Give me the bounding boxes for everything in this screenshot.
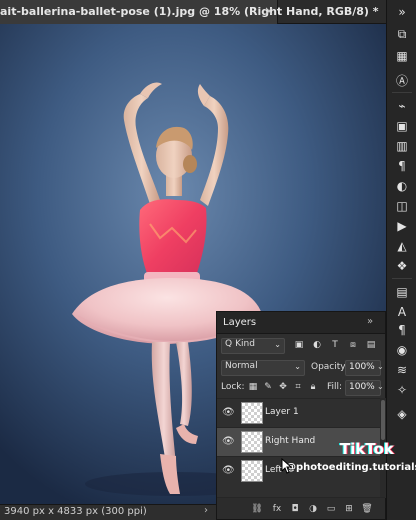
lock-label: Lock: xyxy=(221,382,245,392)
new-layer-icon[interactable]: ⊞ xyxy=(343,503,355,515)
layer-row[interactable]: 👁︎ Layer 1 xyxy=(217,398,380,427)
navigator-icon[interactable]: ◉ xyxy=(394,342,410,358)
search-icon: Q xyxy=(225,339,233,349)
paragraph-icon[interactable]: ¶ xyxy=(394,158,410,174)
eye-icon[interactable]: 👁︎ xyxy=(222,437,235,447)
image-filter-icon[interactable]: ▣ xyxy=(293,339,305,351)
layers-panel-title[interactable]: Layers xyxy=(223,317,256,328)
opacity-label: Opacity: xyxy=(311,362,348,372)
histogram-icon[interactable]: ▥ xyxy=(394,138,410,154)
blend-mode-value: Normal xyxy=(225,361,258,371)
close-icon[interactable]: × xyxy=(264,4,274,18)
status-menu-arrow[interactable]: › xyxy=(204,505,208,516)
color-icon[interactable]: ◐ xyxy=(394,178,410,194)
layers-panel-footer: ⛓ fx ◘ ◑ ▭ ⊞ 🗑︎ xyxy=(217,497,385,519)
document-info: 3940 px x 4833 px (300 ppi) xyxy=(4,506,147,517)
lock-artboard-icon[interactable]: ⌗ xyxy=(292,381,304,393)
type-filter-icon[interactable]: T xyxy=(329,339,341,351)
lock-all-icon[interactable]: 🔒︎ xyxy=(307,381,319,393)
lock-row: Lock: ▦ ✎ ✥ ⌗ 🔒︎ Fill: 100% ⌄ xyxy=(217,378,385,398)
play-icon[interactable]: ▶ xyxy=(394,218,410,234)
layers-panel-header: Layers » xyxy=(217,312,385,334)
shape-filter-icon[interactable]: ⧈ xyxy=(347,339,359,351)
smart-object-filter-icon[interactable]: ▤ xyxy=(365,339,377,351)
libraries-icon[interactable]: ▤ xyxy=(394,284,410,300)
styles-icon[interactable]: ✧ xyxy=(394,382,410,398)
layer-name[interactable]: Layer 1 xyxy=(265,407,299,417)
swatches-icon[interactable]: ◫ xyxy=(394,198,410,214)
blend-row: Normal ⌄ Opacity: 100% ⌄ xyxy=(217,358,385,378)
history-icon[interactable]: ⧉ xyxy=(394,26,410,42)
tiktok-watermark: TikTok @photoediting.tutorials xyxy=(286,440,416,480)
document-tab-bar: ait-ballerina-ballet-pose (1).jpg @ 18% … xyxy=(0,0,386,24)
layers-icon[interactable]: ◈ xyxy=(394,406,410,422)
shapes-icon[interactable]: ▣ xyxy=(394,118,410,134)
opacity-input[interactable]: 100% xyxy=(345,360,381,376)
document-tab-title: ait-ballerina-ballet-pose (1).jpg @ 18% … xyxy=(0,5,379,18)
fx-icon[interactable]: fx xyxy=(271,503,283,515)
lock-position-icon[interactable]: ✥ xyxy=(277,381,289,393)
layer-thumbnail xyxy=(241,431,263,453)
panel-collapse-icon[interactable]: » xyxy=(367,316,373,327)
opacity-chevron-icon[interactable]: ⌄ xyxy=(377,362,384,371)
creator-handle: @photoediting.tutorials xyxy=(286,462,416,473)
character-icon[interactable]: A xyxy=(394,304,410,320)
link-layers-icon[interactable]: ⛓ xyxy=(251,503,263,515)
fill-label: Fill: xyxy=(327,382,343,392)
chevron-down-icon: ⌄ xyxy=(294,362,301,371)
layer-thumbnail xyxy=(241,402,263,424)
document-tab[interactable]: ait-ballerina-ballet-pose (1).jpg @ 18% … xyxy=(0,0,379,24)
pattern-icon[interactable]: ❖ xyxy=(394,258,410,274)
type-icon[interactable]: Ⓐ xyxy=(394,72,410,88)
add-mask-icon[interactable]: ◘ xyxy=(289,503,301,515)
tiktok-logo: TikTok xyxy=(340,440,394,458)
blend-mode-select[interactable]: Normal ⌄ xyxy=(221,360,305,376)
eye-icon[interactable]: 👁︎ xyxy=(222,408,235,418)
collapse-panels-icon[interactable]: » xyxy=(394,4,410,20)
gradient-icon[interactable]: ◭ xyxy=(394,238,410,254)
properties-icon[interactable]: ▦ xyxy=(394,48,410,64)
adjustment-filter-icon[interactable]: ◐ xyxy=(311,339,323,351)
fill-chevron-icon[interactable]: ⌄ xyxy=(377,382,384,391)
kind-filter-select[interactable]: Q Kind ⌄ xyxy=(221,338,285,354)
lock-image-icon[interactable]: ✎ xyxy=(262,381,274,393)
kind-filter-label: Kind xyxy=(235,339,255,349)
eye-icon[interactable]: 👁︎ xyxy=(222,466,235,476)
layer-filter-row: Q Kind ⌄ ▣ ◐ T ⧈ ▤ xyxy=(217,336,385,356)
new-group-icon[interactable]: ▭ xyxy=(325,503,337,515)
delete-layer-icon[interactable]: 🗑︎ xyxy=(361,503,373,515)
adjustment-layer-icon[interactable]: ◑ xyxy=(307,503,319,515)
brush-icon[interactable]: ⌁ xyxy=(394,98,410,114)
lock-transparent-icon[interactable]: ▦ xyxy=(247,381,259,393)
adjustments-icon[interactable]: ≋ xyxy=(394,362,410,378)
layer-thumbnail xyxy=(241,460,263,482)
layers-panel: Layers » Q Kind ⌄ ▣ ◐ T ⧈ ▤ Normal ⌄ Opac… xyxy=(216,311,386,520)
paragraph-style-icon[interactable]: ¶ xyxy=(394,322,410,338)
fill-input[interactable]: 100% xyxy=(345,380,381,396)
layer-name[interactable]: Left xyxy=(265,465,282,475)
scrollbar-thumb[interactable] xyxy=(381,400,385,440)
chevron-down-icon: ⌄ xyxy=(274,340,281,349)
mouse-cursor-icon xyxy=(281,458,293,474)
